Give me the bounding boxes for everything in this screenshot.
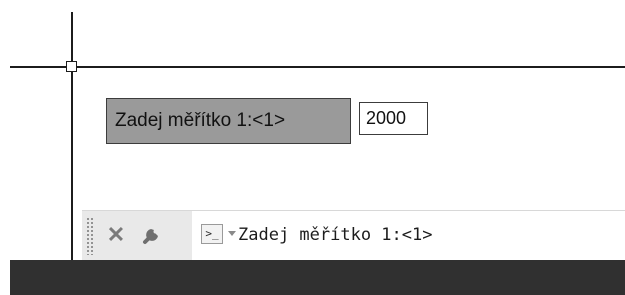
crosshair-horizontal-line — [10, 66, 625, 68]
close-command-line-button[interactable]: ✕ — [104, 223, 128, 247]
dynamic-input-prompt: Zadej měřítko 1:<1> — [106, 98, 351, 144]
command-line-bar: ✕ >_ Zadej měřítko 1:<1> — [82, 210, 625, 260]
command-line-text: Zadej měřítko 1:<1> — [238, 225, 433, 245]
wrench-icon[interactable] — [139, 222, 165, 248]
drawing-canvas[interactable]: Zadej měřítko 1:<1> 2000 ✕ >_ Zadej měří… — [0, 0, 625, 295]
recent-commands-dropdown-icon[interactable] — [228, 231, 236, 236]
pickbox-cursor — [66, 61, 77, 72]
dynamic-input-value-field[interactable]: 2000 — [359, 102, 428, 135]
drag-grip-handle[interactable] — [86, 217, 94, 255]
status-bar — [10, 260, 625, 295]
command-line-tools: ✕ — [82, 211, 192, 260]
command-prompt-icon[interactable]: >_ — [201, 224, 223, 244]
command-line-input[interactable]: >_ Zadej měřítko 1:<1> — [192, 211, 625, 260]
crosshair-vertical-line — [71, 12, 73, 260]
